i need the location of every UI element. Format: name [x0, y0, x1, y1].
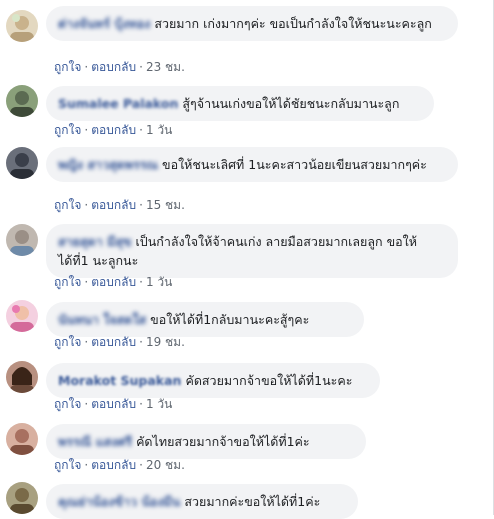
comment-text: ขอให้ได้ที่1กลับมานะคะสู้ๆคะ [150, 312, 310, 327]
separator-dot: · [84, 458, 89, 472]
comment-actions: ถูกใจ · ตอบกลับ · 1 วัน [54, 121, 172, 140]
comment-actions: ถูกใจ · ตอบกลับ · 1 วัน [54, 395, 172, 414]
separator-dot: · [84, 275, 89, 289]
avatar[interactable] [6, 300, 38, 332]
reply-link[interactable]: ตอบกลับ [91, 335, 136, 349]
like-link[interactable]: ถูกใจ [54, 458, 81, 472]
comment-author[interactable]: พรรณี แสงศรี [58, 434, 132, 449]
avatar[interactable] [6, 423, 38, 455]
separator-dot: · [84, 198, 89, 212]
avatar[interactable] [6, 10, 38, 42]
separator-dot: · [139, 397, 143, 411]
comment-text: ขอให้ชนะเลิศที่ 1นะคะสาวน้อยเขียนสวยมากๆ… [162, 157, 427, 172]
comment-text: สวยมาก เก่งมากๆค่ะ ขอเป็นกำลังใจให้ชนะนะ… [154, 16, 432, 31]
comment-actions: ถูกใจ · ตอบกลับ · 20 ชม. [54, 456, 185, 475]
separator-dot: · [139, 198, 143, 212]
comment-actions: ถูกใจ · ตอบกลับ · 23 ชม. [54, 58, 185, 77]
avatar[interactable] [6, 224, 38, 256]
comment-author[interactable]: Morakot Supakan [58, 373, 181, 388]
avatar[interactable] [6, 147, 38, 179]
comment-author[interactable]: ต่างจันทร์ บุ้งทอง [58, 16, 150, 31]
comment-time[interactable]: 20 ชม. [146, 458, 185, 472]
reply-link[interactable]: ตอบกลับ [91, 275, 136, 289]
reply-link[interactable]: ตอบกลับ [91, 198, 136, 212]
separator-dot: · [84, 397, 89, 411]
comment-bubble: Sumalee Palakon สู้ๆจ้านนเก่งขอให้ได้ชัยช… [46, 86, 434, 121]
comment-author[interactable]: Sumalee Palakon [58, 96, 178, 111]
reply-link[interactable]: ตอบกลับ [91, 60, 136, 74]
comment-text: คัดไทยสวยมากจ้าขอให้ได้ที่1ค่ะ [136, 434, 310, 449]
comment-bubble: พรรณี แสงศรี คัดไทยสวยมากจ้าขอให้ได้ที่1ค… [46, 424, 366, 459]
reply-link[interactable]: ตอบกลับ [91, 397, 136, 411]
comment-bubble: สายสุดา มีสุข เป็นกำลังใจให้จ้าคนเก่ง ลาย… [46, 224, 458, 278]
comment-time[interactable]: 19 ชม. [146, 335, 185, 349]
avatar[interactable] [6, 85, 38, 117]
comment-time[interactable]: 1 วัน [146, 123, 172, 137]
separator-dot: · [139, 458, 143, 472]
separator-dot: · [139, 335, 143, 349]
comment-bubble: Morakot Supakan คัดสวยมากจ้าขอให้ได้ที่1น… [46, 363, 380, 398]
separator-dot: · [139, 275, 143, 289]
like-link[interactable]: ถูกใจ [54, 198, 81, 212]
like-link[interactable]: ถูกใจ [54, 275, 81, 289]
separator-dot: · [84, 60, 89, 74]
separator-dot: · [139, 123, 143, 137]
comment-actions: ถูกใจ · ตอบกลับ · 1 วัน [54, 273, 172, 292]
comment-author[interactable]: คุณย่าน้องข้าว น้องมีน [58, 494, 180, 509]
separator-dot: · [84, 123, 89, 137]
comment-time[interactable]: 15 ชม. [146, 198, 185, 212]
like-link[interactable]: ถูกใจ [54, 60, 81, 74]
comment-text: สวยมากค่ะขอให้ได้ที่1ค่ะ [184, 494, 321, 509]
comment-author[interactable]: พญิง สาวสุดพรรณ [58, 157, 158, 172]
comment-author[interactable]: นันทนา ใจสดใส [58, 312, 146, 327]
comment-bubble: ต่างจันทร์ บุ้งทอง สวยมาก เก่งมากๆค่ะ ขอเ… [46, 6, 458, 41]
comment-author[interactable]: สายสุดา มีสุข [58, 234, 132, 249]
separator-dot: · [139, 60, 143, 74]
comment-time[interactable]: 1 วัน [146, 275, 172, 289]
comment-time[interactable]: 1 วัน [146, 397, 172, 411]
comment-bubble: พญิง สาวสุดพรรณ ขอให้ชนะเลิศที่ 1นะคะสาวน… [46, 147, 458, 182]
comment-text: สู้ๆจ้านนเก่งขอให้ได้ชัยชนะกลับมานะลูก [182, 96, 400, 111]
comment-bubble: นันทนา ใจสดใส ขอให้ได้ที่1กลับมานะคะสู้ๆค… [46, 302, 364, 337]
reply-link[interactable]: ตอบกลับ [91, 123, 136, 137]
comment-bubble: คุณย่าน้องข้าว น้องมีน สวยมากค่ะขอให้ได้ท… [46, 484, 358, 519]
comment-actions: ถูกใจ · ตอบกลับ · 19 ชม. [54, 333, 185, 352]
avatar[interactable] [6, 482, 38, 514]
avatar[interactable] [6, 361, 38, 393]
reply-link[interactable]: ตอบกลับ [91, 458, 136, 472]
like-link[interactable]: ถูกใจ [54, 335, 81, 349]
comment-text: คัดสวยมากจ้าขอให้ได้ที่1นะคะ [185, 373, 353, 388]
comment-time[interactable]: 23 ชม. [146, 60, 185, 74]
separator-dot: · [84, 335, 89, 349]
comment-actions: ถูกใจ · ตอบกลับ · 15 ชม. [54, 196, 185, 215]
like-link[interactable]: ถูกใจ [54, 123, 81, 137]
like-link[interactable]: ถูกใจ [54, 397, 81, 411]
